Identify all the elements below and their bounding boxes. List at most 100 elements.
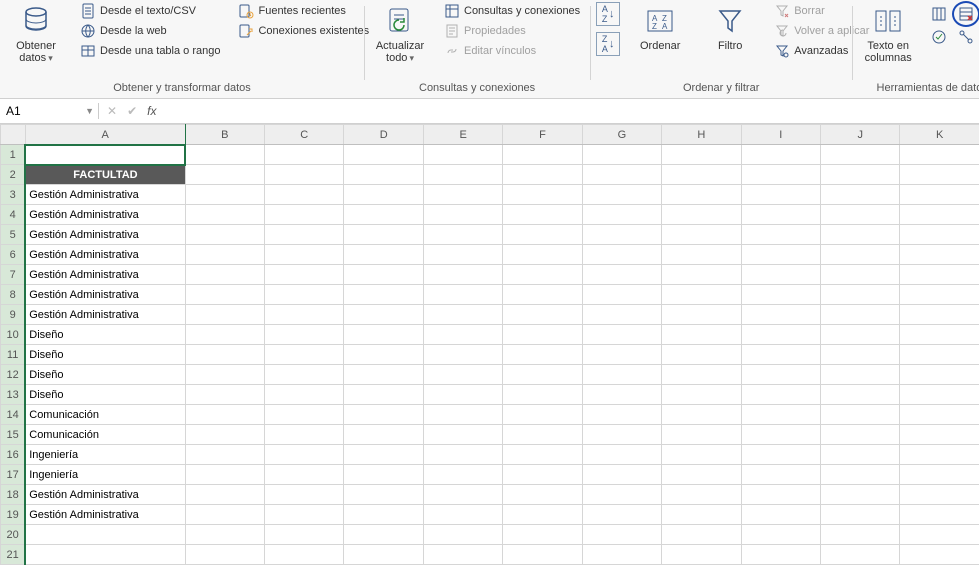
cell-A11[interactable]: Diseño xyxy=(25,345,185,365)
cell-G11[interactable] xyxy=(582,345,661,365)
row-header-20[interactable]: 20 xyxy=(1,525,26,545)
desde-web-button[interactable]: Desde la web xyxy=(76,22,224,40)
cell-J4[interactable] xyxy=(821,205,900,225)
cell-D5[interactable] xyxy=(344,225,423,245)
data-validation-icon[interactable] xyxy=(928,27,950,47)
row-header-18[interactable]: 18 xyxy=(1,485,26,505)
cell-H17[interactable] xyxy=(662,465,741,485)
cell-I16[interactable] xyxy=(741,445,820,465)
cell-A7[interactable]: Gestión Administrativa xyxy=(25,265,185,285)
formula-input[interactable] xyxy=(164,102,979,120)
cell-J18[interactable] xyxy=(821,485,900,505)
actualizar-todo-button[interactable]: Actualizartodo xyxy=(370,2,430,66)
cell-D17[interactable] xyxy=(344,465,423,485)
cell-I14[interactable] xyxy=(741,405,820,425)
cell-H18[interactable] xyxy=(662,485,741,505)
cell-J6[interactable] xyxy=(821,245,900,265)
row-header-14[interactable]: 14 xyxy=(1,405,26,425)
cell-E2[interactable] xyxy=(423,165,502,185)
fuentes-recientes-button[interactable]: Fuentes recientes xyxy=(234,2,373,20)
cell-C16[interactable] xyxy=(265,445,344,465)
cell-H21[interactable] xyxy=(662,545,741,565)
cell-I19[interactable] xyxy=(741,505,820,525)
cell-K11[interactable] xyxy=(900,345,979,365)
cell-F14[interactable] xyxy=(503,405,582,425)
row-header-2[interactable]: 2 xyxy=(1,165,26,185)
cell-F6[interactable] xyxy=(503,245,582,265)
cell-F7[interactable] xyxy=(503,265,582,285)
column-header-G[interactable]: G xyxy=(582,125,661,145)
cell-H15[interactable] xyxy=(662,425,741,445)
cell-B7[interactable] xyxy=(185,265,264,285)
remove-duplicates-icon[interactable] xyxy=(955,4,977,24)
cell-E4[interactable] xyxy=(423,205,502,225)
column-header-C[interactable]: C xyxy=(265,125,344,145)
cell-H12[interactable] xyxy=(662,365,741,385)
row-header-16[interactable]: 16 xyxy=(1,445,26,465)
row-header-3[interactable]: 3 xyxy=(1,185,26,205)
cell-H20[interactable] xyxy=(662,525,741,545)
cell-I12[interactable] xyxy=(741,365,820,385)
cell-G19[interactable] xyxy=(582,505,661,525)
cell-J11[interactable] xyxy=(821,345,900,365)
cell-A5[interactable]: Gestión Administrativa xyxy=(25,225,185,245)
row-header-4[interactable]: 4 xyxy=(1,205,26,225)
row-header-17[interactable]: 17 xyxy=(1,465,26,485)
cell-F18[interactable] xyxy=(503,485,582,505)
cell-K7[interactable] xyxy=(900,265,979,285)
row-header-8[interactable]: 8 xyxy=(1,285,26,305)
cell-B19[interactable] xyxy=(185,505,264,525)
row-header-21[interactable]: 21 xyxy=(1,545,26,565)
cell-H8[interactable] xyxy=(662,285,741,305)
cell-D11[interactable] xyxy=(344,345,423,365)
cell-I5[interactable] xyxy=(741,225,820,245)
column-header-I[interactable]: I xyxy=(741,125,820,145)
cell-I3[interactable] xyxy=(741,185,820,205)
cell-I11[interactable] xyxy=(741,345,820,365)
cell-C11[interactable] xyxy=(265,345,344,365)
row-header-9[interactable]: 9 xyxy=(1,305,26,325)
cell-J16[interactable] xyxy=(821,445,900,465)
cell-J2[interactable] xyxy=(821,165,900,185)
row-header-15[interactable]: 15 xyxy=(1,425,26,445)
cell-E10[interactable] xyxy=(423,325,502,345)
cell-J12[interactable] xyxy=(821,365,900,385)
cell-G18[interactable] xyxy=(582,485,661,505)
cell-H14[interactable] xyxy=(662,405,741,425)
cell-G16[interactable] xyxy=(582,445,661,465)
cell-K16[interactable] xyxy=(900,445,979,465)
cell-G2[interactable] xyxy=(582,165,661,185)
cell-D19[interactable] xyxy=(344,505,423,525)
cell-A4[interactable]: Gestión Administrativa xyxy=(25,205,185,225)
cell-A18[interactable]: Gestión Administrativa xyxy=(25,485,185,505)
column-header-A[interactable]: A xyxy=(25,125,185,145)
cell-K3[interactable] xyxy=(900,185,979,205)
cell-C20[interactable] xyxy=(265,525,344,545)
cell-D10[interactable] xyxy=(344,325,423,345)
cell-I6[interactable] xyxy=(741,245,820,265)
editar-vinculos-button[interactable]: Editar vínculos xyxy=(440,42,584,60)
cell-K6[interactable] xyxy=(900,245,979,265)
cell-I15[interactable] xyxy=(741,425,820,445)
cell-E20[interactable] xyxy=(423,525,502,545)
row-header-7[interactable]: 7 xyxy=(1,265,26,285)
column-header-H[interactable]: H xyxy=(662,125,741,145)
cell-J19[interactable] xyxy=(821,505,900,525)
cell-J3[interactable] xyxy=(821,185,900,205)
cell-E8[interactable] xyxy=(423,285,502,305)
cell-G12[interactable] xyxy=(582,365,661,385)
cell-I17[interactable] xyxy=(741,465,820,485)
cell-K15[interactable] xyxy=(900,425,979,445)
cell-A6[interactable]: Gestión Administrativa xyxy=(25,245,185,265)
cell-E18[interactable] xyxy=(423,485,502,505)
relationships-icon[interactable] xyxy=(955,27,977,47)
cell-F5[interactable] xyxy=(503,225,582,245)
select-all-corner[interactable] xyxy=(1,125,26,145)
cell-B16[interactable] xyxy=(185,445,264,465)
cell-H10[interactable] xyxy=(662,325,741,345)
cell-H13[interactable] xyxy=(662,385,741,405)
cell-E13[interactable] xyxy=(423,385,502,405)
row-header-6[interactable]: 6 xyxy=(1,245,26,265)
cell-F9[interactable] xyxy=(503,305,582,325)
cell-J14[interactable] xyxy=(821,405,900,425)
